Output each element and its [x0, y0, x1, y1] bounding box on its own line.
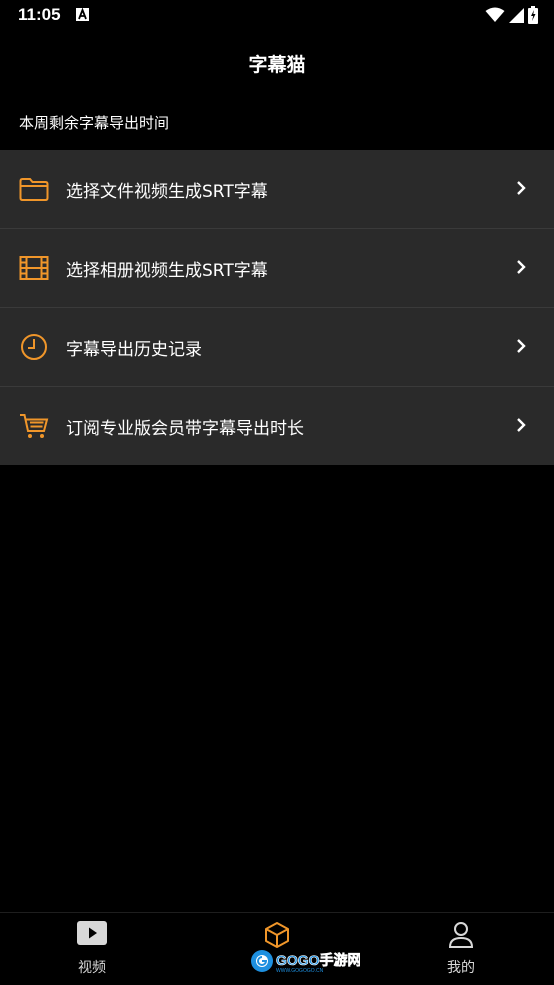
nav-label: 我的	[447, 960, 475, 976]
chevron-right-icon	[517, 418, 526, 432]
nav-label: 视频	[78, 960, 106, 976]
menu-item-export-history[interactable]: 字幕导出历史记录	[0, 308, 554, 387]
svg-text:GOGO手游网: GOGO手游网	[276, 952, 360, 968]
notification-a-icon	[76, 8, 89, 21]
menu-item-select-file-video[interactable]: 选择文件视频生成SRT字幕	[0, 150, 554, 229]
menu-item-label: 选择文件视频生成SRT字幕	[66, 181, 268, 202]
menu-item-label: 订阅专业版会员带字幕导出时长	[66, 418, 304, 439]
cube-icon	[265, 922, 289, 948]
remaining-time-label: 本周剩余字幕导出时间	[19, 114, 170, 132]
menu-item-subscribe-pro[interactable]: 订阅专业版会员带字幕导出时长	[0, 387, 554, 465]
battery-icon	[528, 6, 538, 24]
page-title: 字幕猫	[248, 54, 306, 76]
folder-icon	[17, 172, 51, 206]
film-icon	[17, 251, 51, 285]
cart-icon	[17, 409, 51, 443]
svg-text:WWW.GOGOGO.CN: WWW.GOGOGO.CN	[276, 968, 324, 974]
chevron-right-icon	[517, 260, 526, 274]
nav-item-mine[interactable]: 我的	[401, 913, 521, 985]
nav-item-video[interactable]: 视频	[32, 913, 152, 985]
app-bar: 字幕猫	[0, 44, 554, 86]
status-time: 11:05	[18, 5, 61, 24]
video-icon	[77, 921, 107, 945]
menu-list: 选择文件视频生成SRT字幕 选择相册视频生成SRT字幕 字幕导出历史记录 订阅专…	[0, 150, 554, 465]
menu-item-select-album-video[interactable]: 选择相册视频生成SRT字幕	[0, 229, 554, 308]
clock-icon	[17, 330, 51, 364]
status-bar: 11:05	[0, 0, 554, 32]
menu-item-label: 字幕导出历史记录	[66, 339, 202, 360]
signal-icon	[509, 7, 524, 23]
chevron-right-icon	[517, 181, 526, 195]
menu-item-label: 选择相册视频生成SRT字幕	[66, 260, 268, 281]
chevron-right-icon	[517, 339, 526, 353]
wifi-icon	[485, 7, 505, 22]
person-icon	[448, 922, 474, 948]
gogo-watermark-logo: GOGO手游网 WWW.GOGOGO.CN	[251, 950, 360, 974]
